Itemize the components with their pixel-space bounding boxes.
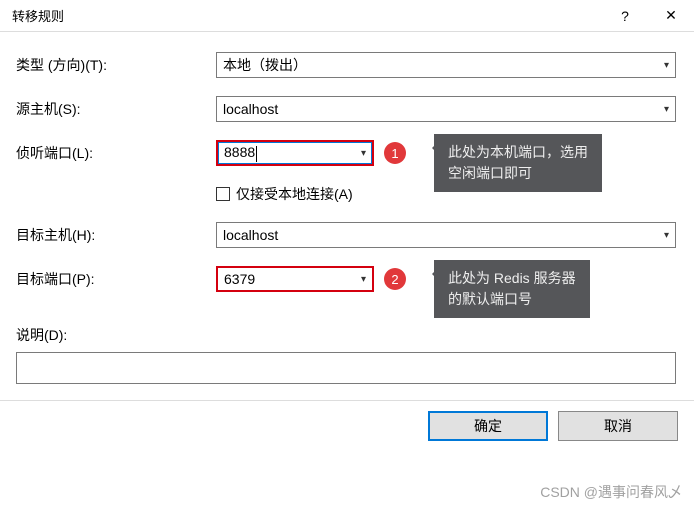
source-host-label: 源主机(S):: [16, 99, 216, 119]
dialog-title: 转移规则: [12, 6, 64, 25]
chevron-down-icon: ▾: [658, 104, 669, 115]
type-value: 本地（拨出）: [223, 55, 307, 75]
description-label: 说明(D):: [16, 325, 216, 345]
dest-port-combo[interactable]: 6379 ▾: [216, 266, 374, 292]
dialog-content: 类型 (方向)(T): 本地（拨出） ▾ 源主机(S): localhost ▾…: [0, 32, 694, 384]
dest-port-label: 目标端口(P):: [16, 269, 216, 289]
ok-button[interactable]: 确定: [428, 411, 548, 441]
chevron-down-icon: ▾: [658, 230, 669, 241]
annotation-tooltip-2: 此处为 Redis 服务器的默认端口号: [434, 260, 590, 318]
dest-host-label: 目标主机(H):: [16, 225, 216, 245]
watermark: CSDN @遇事问春风乄: [540, 482, 682, 502]
dest-host-value: localhost: [223, 227, 278, 243]
type-select[interactable]: 本地（拨出） ▾: [216, 52, 676, 78]
source-host-value: localhost: [223, 101, 278, 117]
dest-port-value: 6379: [224, 271, 255, 287]
listen-port-label: 侦听端口(L):: [16, 143, 216, 163]
source-host-select[interactable]: localhost ▾: [216, 96, 676, 122]
title-bar: 转移规则 ? ✕: [0, 0, 694, 32]
listen-port-value: 8888: [224, 144, 257, 161]
close-icon[interactable]: ✕: [648, 0, 694, 32]
type-label: 类型 (方向)(T):: [16, 55, 216, 75]
listen-port-combo[interactable]: 8888 ▾: [216, 140, 374, 166]
description-input[interactable]: [16, 352, 676, 384]
annotation-badge-2: 2: [384, 268, 406, 290]
chevron-down-icon: ▾: [355, 274, 366, 285]
help-icon[interactable]: ?: [602, 0, 648, 32]
annotation-badge-1: 1: [384, 142, 406, 164]
titlebar-controls: ? ✕: [602, 0, 694, 32]
cancel-button[interactable]: 取消: [558, 411, 678, 441]
dest-host-select[interactable]: localhost ▾: [216, 222, 676, 248]
annotation-tooltip-1: 此处为本机端口，选用空闲端口即可: [434, 134, 602, 192]
dialog-buttons: 确定 取消: [0, 400, 694, 441]
local-only-checkbox[interactable]: [216, 187, 230, 201]
chevron-down-icon: ▾: [658, 60, 669, 71]
local-only-label: 仅接受本地连接(A): [236, 184, 353, 204]
chevron-down-icon: ▾: [355, 148, 366, 159]
